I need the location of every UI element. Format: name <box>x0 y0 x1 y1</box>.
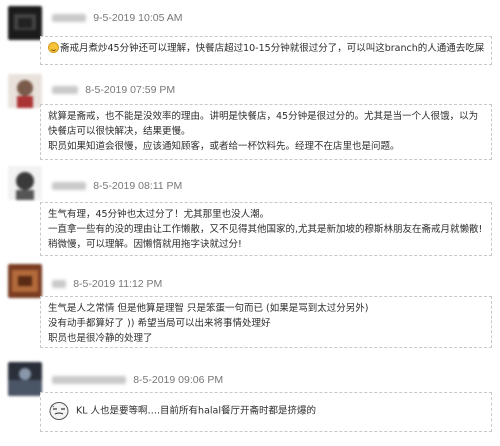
comment-1: 9-5-2019 10:05 AM 斋戒月煮炒45分钟还可以理解，快餐店超过10… <box>0 0 500 82</box>
username-blurred[interactable] <box>52 86 78 94</box>
timestamp: 9-5-2019 10:05 AM <box>93 12 183 24</box>
username-blurred[interactable] <box>52 182 86 190</box>
timestamp: 8-5-2019 11:12 PM <box>73 278 163 290</box>
username-blurred[interactable] <box>52 14 86 22</box>
comment-body: 生气有理，45分钟也太过分了！尤其那里也没人潮。 一直拿一些有的没的理由让工作懒… <box>40 202 492 256</box>
sticker-face-icon <box>48 401 70 421</box>
comment-text: 斋戒月煮炒45分钟还可以理解，快餐店超过10-15分钟就很过分了，可以叫这bra… <box>60 43 485 54</box>
avatar[interactable] <box>8 74 42 108</box>
comment-meta: 8-5-2019 09:06 PM <box>52 374 223 388</box>
comment-meta: 9-5-2019 10:05 AM <box>52 12 183 26</box>
comment-text: 快餐店可以很快解决，结果更慢。 <box>48 126 191 137</box>
username-blurred[interactable] <box>52 280 66 288</box>
comment-meta: 8-5-2019 07:59 PM <box>52 84 175 98</box>
timestamp: 8-5-2019 09:06 PM <box>133 374 224 386</box>
comment-meta: 8-5-2019 08:11 PM <box>52 180 182 194</box>
smile-emoji-icon <box>48 42 59 53</box>
comment-text: 稍微慢，可以理解。因懒惰就用拖字诀就过分! <box>48 239 242 250</box>
comment-text: 一直拿一些有的没的理由让工作懒散，又不见得其他国家的,尤其是新加坡的穆斯林朋友在… <box>48 224 483 235</box>
timestamp: 8-5-2019 07:59 PM <box>85 84 176 96</box>
comment-text: 生气有理，45分钟也太过分了！尤其那里也没人潮。 <box>48 209 270 220</box>
comment-text: 职员如果知道会很慢，应该通知顾客，或者给一杯饮料先。经理不在店里也是问题。 <box>48 141 400 152</box>
avatar[interactable] <box>8 6 42 40</box>
avatar[interactable] <box>8 166 42 200</box>
comment-text: 职员也是很冷静的处理了 <box>48 333 153 344</box>
comment-body: 生气是人之常情 但是他算是理智 只是笨蛋一句而已 (如果是骂到太过分另外) 没有… <box>40 296 492 348</box>
comment-text: 没有动手都算好了 )) 希望当局可以出来将事情处理好 <box>48 318 271 329</box>
comment-text: 就算是斋戒，也不能是没效率的理由。讲明是快餐店，45分钟是很过分的。尤其是当一个… <box>48 111 479 122</box>
comment-meta: 8-5-2019 11:12 PM <box>52 278 162 292</box>
comment-text: KL 人也是要等啊….目前所有halal餐厅开斋时都是挤爆的 <box>76 405 317 417</box>
username-blurred[interactable] <box>52 376 126 384</box>
avatar[interactable] <box>8 362 42 396</box>
avatar[interactable] <box>8 264 42 298</box>
comment-body: 斋戒月煮炒45分钟还可以理解，快餐店超过10-15分钟就很过分了，可以叫这bra… <box>40 36 492 65</box>
comment-body: KL 人也是要等啊….目前所有halal餐厅开斋时都是挤爆的 <box>40 392 492 432</box>
comment-text: 生气是人之常情 但是他算是理智 只是笨蛋一句而已 (如果是骂到太过分另外) <box>48 303 369 314</box>
comment-body: 就算是斋戒，也不能是没效率的理由。讲明是快餐店，45分钟是很过分的。尤其是当一个… <box>40 104 492 160</box>
timestamp: 8-5-2019 08:11 PM <box>93 180 183 192</box>
